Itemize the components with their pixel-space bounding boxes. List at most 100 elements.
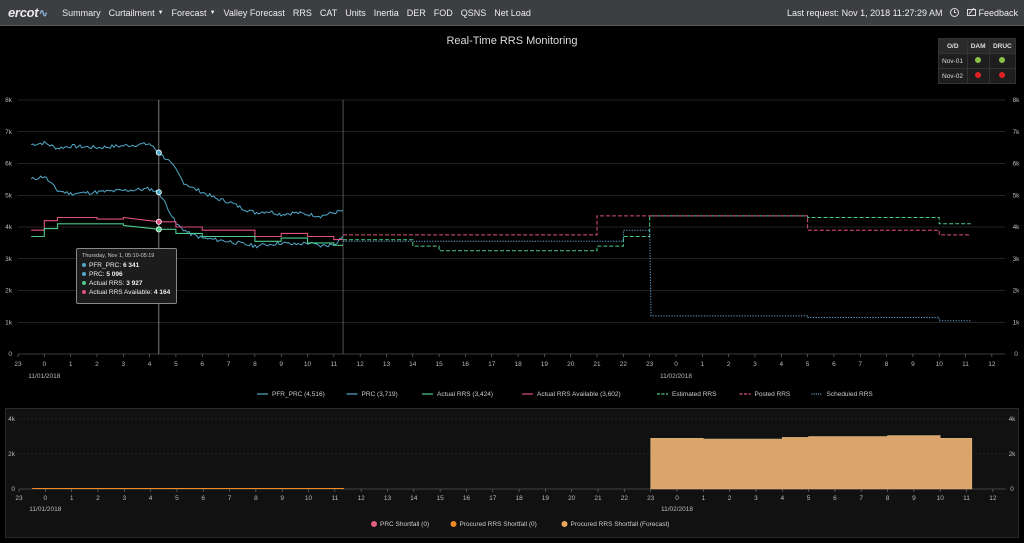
tooltip-label: PRC:: [89, 271, 107, 278]
sub-legend-label: Procured RRS Shortfall (0): [460, 521, 537, 528]
od-row: Nov-01: [938, 53, 1017, 69]
x-tick-label: 14: [409, 361, 417, 368]
sub-y-tick-label: 2k: [8, 451, 16, 458]
sub-x-tick-label: 9: [280, 495, 284, 502]
nav-item-net-load[interactable]: Net Load: [494, 8, 531, 18]
druc-status-cell: [988, 68, 1017, 84]
sub-legend-item[interactable]: Procured RRS Shortfall (Forecast): [561, 521, 670, 528]
series-dot-icon: [82, 290, 86, 295]
legend-item[interactable]: PFR_PRC (4,516): [257, 391, 325, 398]
main-grid: [18, 99, 1005, 355]
legend-item[interactable]: PRC (3,719): [346, 391, 398, 398]
prc-marker: [155, 189, 162, 196]
tooltip-value: 4 164: [153, 289, 171, 296]
sub-x-tick-label: 10: [937, 495, 945, 502]
legend-item[interactable]: Posted RRS: [739, 391, 791, 398]
actual-rrs-marker: [155, 226, 162, 233]
tooltip-value: 6 341: [122, 262, 140, 269]
nav-item-qsns[interactable]: QSNS: [461, 8, 487, 18]
x-tick-label: 4: [779, 361, 783, 368]
legend-label: Scheduled RRS: [827, 391, 874, 398]
top-nav: ercot∿ Summary Curtailment ▼ Forecast ▼ Valle…: [0, 0, 1024, 26]
sub-x-tick-label: 18: [515, 495, 523, 502]
x-tick-label: 15: [436, 361, 444, 368]
main-chart[interactable]: Real-Time RRS Monitoring 0 0 1k 1k 2k 2k 3k 3k 4…: [0, 26, 1024, 406]
nav-item-label: Net Load: [494, 7, 531, 18]
x-tick-label: 18: [514, 361, 522, 368]
sub-x-tick-label: 5: [175, 495, 179, 502]
x-tick-label: 16: [462, 361, 470, 368]
error-status-icon: [975, 72, 982, 78]
sub-x-tick-label: 11: [963, 495, 970, 502]
legend-item[interactable]: Scheduled RRS: [811, 391, 874, 398]
scheduled-rrs-line: [343, 229, 971, 322]
sub-date-label: 11/02/2018: [661, 506, 693, 513]
legend-label: Actual RRS (3,424): [437, 391, 493, 398]
nav-item-units[interactable]: Units: [345, 8, 366, 18]
tooltip-label: PFR_PRC:: [89, 262, 123, 269]
legend-label: PRC (3,719): [362, 391, 398, 398]
y-tick-label-right: 3k: [1013, 256, 1021, 263]
sub-legend-item[interactable]: Procured RRS Shortfall (0): [450, 521, 537, 528]
x-tick-label: 10: [304, 361, 312, 368]
legend-item[interactable]: Estimated RRS: [657, 391, 717, 398]
x-tick-label: 1: [701, 361, 705, 368]
tooltip-row: PFR_PRC: 6 341: [82, 262, 171, 269]
y-tick-label-right: 2k: [1013, 288, 1021, 295]
x-tick-label: 6: [200, 361, 204, 368]
nav-item-label: Inertia: [373, 7, 399, 18]
date-label: 11/02/2018: [660, 373, 692, 380]
nav-item-cat[interactable]: CAT: [320, 8, 337, 18]
caret-down-icon: ▼: [157, 10, 164, 17]
clock-icon[interactable]: [950, 8, 960, 17]
sub-x-tick-label: 6: [201, 495, 205, 502]
legend-item[interactable]: Actual RRS (3,424): [422, 391, 493, 398]
sub-x-axis: 23 0 1 2 3 4 5 6 7 8 9 10 11 12 13 14 15 16 17 18 19 20 21 22 23…: [15, 489, 997, 513]
y-tick-label: 0: [8, 351, 12, 358]
edit-icon: [967, 8, 977, 16]
posted-rrs-line: [343, 215, 971, 236]
sub-x-tick-label: 23: [647, 495, 655, 502]
dam-status-cell: [966, 68, 990, 84]
sub-x-tick-label: 1: [70, 495, 74, 502]
logo-mark-icon: ∿: [38, 6, 49, 20]
shortfall-panel: 0 0 2k 2k 4k 4k 23 0 1 2 3 4 5 6 7 8 9 10 11 12 13 14 15 16 17 1…: [5, 408, 1019, 538]
nav-item-valley-forecast[interactable]: Valley Forecast: [224, 8, 285, 18]
sub-y-tick-label: 4k: [8, 416, 16, 423]
ercot-logo[interactable]: ercot∿: [8, 5, 48, 20]
last-request-text: Last request: Nov 1, 2018 11:27:29 AM: [787, 7, 943, 18]
x-tick-label: 3: [121, 361, 125, 368]
tooltip-row: Actual RRS: 3 927: [82, 280, 171, 287]
sub-legend-swatch: [561, 521, 568, 527]
feedback-button[interactable]: Feedback: [967, 8, 1018, 18]
y-tick-label-right: 0: [1014, 351, 1018, 358]
x-tick-label: 4: [148, 361, 152, 368]
x-tick-label: 5: [174, 361, 178, 368]
sub-x-tick-label: 22: [621, 495, 629, 502]
nav-item-summary[interactable]: Summary: [62, 8, 101, 18]
sub-x-tick-label: 12: [989, 495, 997, 502]
x-tick-label: 23: [646, 361, 654, 368]
error-status-icon: [999, 72, 1006, 78]
tooltip-row: PRC: 5 096: [82, 271, 171, 278]
sub-y-tick-label-right: 0: [1010, 486, 1014, 493]
x-tick-label: 0: [43, 361, 47, 368]
sub-legend-item[interactable]: PRC Shortfall (0): [371, 521, 429, 528]
x-tick-label: 7: [858, 361, 862, 368]
nav-item-fod[interactable]: FOD: [434, 8, 453, 18]
x-tick-label: 13: [383, 361, 391, 368]
y-tick-label: 3k: [5, 256, 13, 263]
sub-legend: PRC Shortfall (0) Procured RRS Shortfall …: [371, 521, 669, 528]
shortfall-chart[interactable]: 0 02k 2k4k 4k 23 0 1 2 3 4 5 6 7 8 9 10 11 12 13 14 15 16 17 1…: [6, 409, 1018, 537]
nav-item-curtailment[interactable]: Curtailment ▼: [109, 8, 164, 18]
nav-item-label: CAT: [319, 7, 338, 18]
legend-item[interactable]: Actual RRS Available (3,602): [522, 391, 621, 398]
nav-item-rrs[interactable]: RRS: [293, 8, 312, 18]
nav-item-der[interactable]: DER: [407, 8, 426, 18]
pfr-prc-marker: [155, 149, 162, 156]
sub-legend-label: Procured RRS Shortfall (Forecast): [571, 521, 670, 528]
nav-item-inertia[interactable]: Inertia: [374, 8, 399, 18]
y-tick-label-right: 1k: [1013, 319, 1021, 326]
series-dot-icon: [82, 281, 86, 286]
nav-item-forecast[interactable]: Forecast ▼: [172, 8, 216, 18]
